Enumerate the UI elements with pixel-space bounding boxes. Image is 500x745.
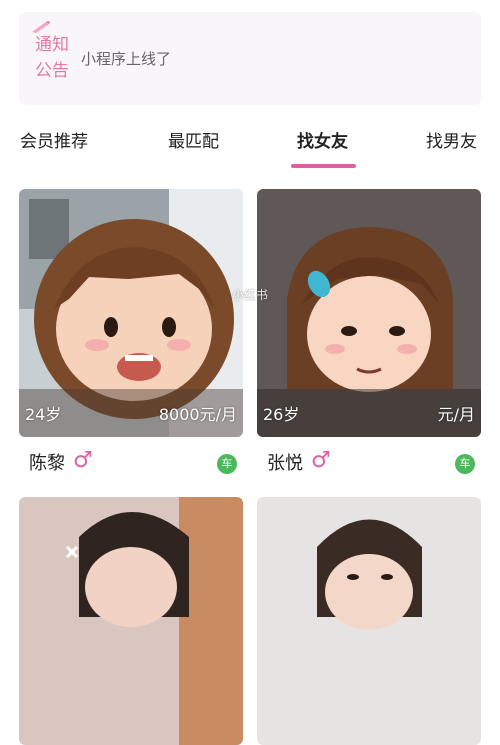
tab-best-match[interactable]: 最匹配 [168,130,219,154]
car-badge-icon: 车 [217,454,237,474]
profile-card[interactable]: 24岁 8000元/月 陈黎 ♂ 车 [19,189,243,487]
male-symbol-icon: ♂ [311,448,331,473]
income-label: 8000元/月 [158,405,237,424]
notice-text[interactable]: 小程序上线了 [81,48,171,70]
age-label: 24岁 [25,405,62,424]
watermark: 小红书 [232,288,269,302]
profile-card[interactable] [257,497,481,745]
profile-photo: 26岁 元/月 [257,189,481,437]
notice-panel[interactable]: 通知公告 小程序上线了 [19,12,481,105]
profile-name: 陈黎 [29,453,65,474]
tab-find-boyfriend[interactable]: 找男友 [426,130,477,154]
car-badge-icon: 车 [455,454,475,474]
profile-illustration [257,497,481,745]
profile-photo [19,497,243,745]
active-tab-indicator [291,164,356,168]
male-symbol-icon: ♂ [73,448,93,473]
profile-card[interactable] [19,497,243,745]
profile-photo [257,497,481,745]
age-label: 26岁 [263,405,300,424]
tab-find-girlfriend[interactable]: 找女友 [297,130,348,154]
profile-illustration [19,189,243,437]
profile-info: 张悦 ♂ 车 [257,437,481,487]
profile-photo: 24岁 8000元/月 [19,189,243,437]
profile-illustration [19,497,243,745]
notice-label: 通知公告 [35,35,69,81]
income-label: 元/月 [437,405,475,424]
profile-info: 陈黎 ♂ 车 [19,437,243,487]
profile-illustration [257,189,481,437]
tab-bar: 会员推荐 最匹配 找女友 找男友 [0,120,500,170]
profile-card[interactable]: 26岁 元/月 张悦 ♂ 车 [257,189,481,487]
profile-name: 张悦 [267,453,303,474]
tab-member-recommend[interactable]: 会员推荐 [20,130,88,154]
